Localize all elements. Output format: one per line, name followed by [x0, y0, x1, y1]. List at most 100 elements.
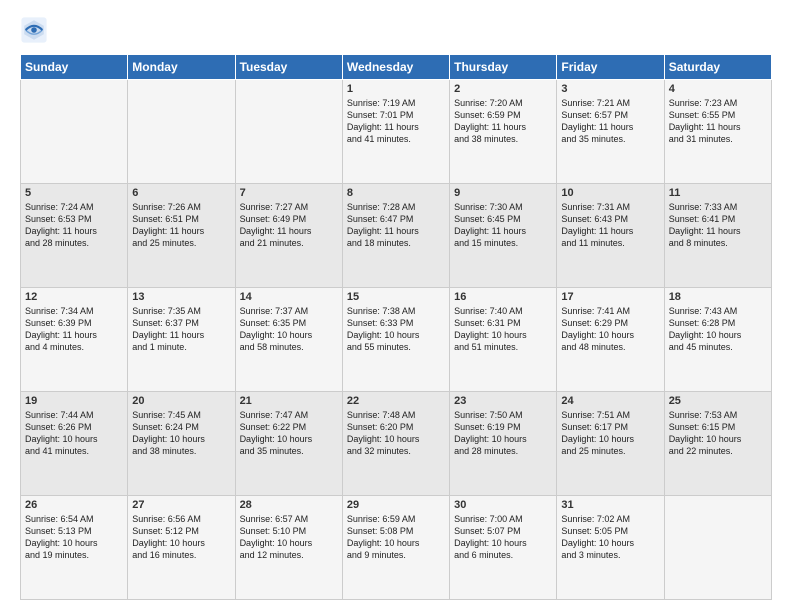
day-info: Sunrise: 7:53 AM Sunset: 6:15 PM Dayligh… [669, 409, 767, 458]
day-info: Sunrise: 7:38 AM Sunset: 6:33 PM Dayligh… [347, 305, 445, 354]
calendar-week-row: 12Sunrise: 7:34 AM Sunset: 6:39 PM Dayli… [21, 288, 772, 392]
day-info: Sunrise: 6:57 AM Sunset: 5:10 PM Dayligh… [240, 513, 338, 562]
logo-icon [20, 16, 48, 44]
day-number: 13 [132, 291, 230, 303]
day-info: Sunrise: 7:37 AM Sunset: 6:35 PM Dayligh… [240, 305, 338, 354]
calendar-cell: 2 Sunrise: 7:20 AM Sunset: 6:59 PM Daylig… [450, 80, 557, 184]
day-number: 9 [454, 187, 552, 199]
day-number: 15 [347, 291, 445, 303]
calendar-day-header: Tuesday [235, 55, 342, 80]
day-number: 1 [347, 83, 445, 95]
calendar-cell: 7 Sunrise: 7:27 AM Sunset: 6:49 PM Daylig… [235, 184, 342, 288]
day-number: 30 [454, 499, 552, 511]
calendar-cell: 13Sunrise: 7:35 AM Sunset: 6:37 PM Dayli… [128, 288, 235, 392]
day-info: Sunrise: 7:30 AM Sunset: 6:45 PM Dayligh… [454, 201, 552, 250]
calendar-cell: 20Sunrise: 7:45 AM Sunset: 6:24 PM Dayli… [128, 392, 235, 496]
calendar-cell [21, 80, 128, 184]
calendar-cell: 8 Sunrise: 7:28 AM Sunset: 6:47 PM Daylig… [342, 184, 449, 288]
day-info: Sunrise: 7:40 AM Sunset: 6:31 PM Dayligh… [454, 305, 552, 354]
day-info: Sunrise: 7:28 AM Sunset: 6:47 PM Dayligh… [347, 201, 445, 250]
calendar-day-header: Friday [557, 55, 664, 80]
calendar-cell: 16 Sunrise: 7:40 AM Sunset: 6:31 PM Dayli… [450, 288, 557, 392]
day-number: 23 [454, 395, 552, 407]
day-info: Sunrise: 7:26 AM Sunset: 6:51 PM Dayligh… [132, 201, 230, 250]
day-number: 2 [454, 83, 552, 95]
day-info: Sunrise: 7:43 AM Sunset: 6:28 PM Dayligh… [669, 305, 767, 354]
day-number: 11 [669, 187, 767, 199]
day-number: 14 [240, 291, 338, 303]
calendar-day-header: Thursday [450, 55, 557, 80]
day-number: 18 [669, 291, 767, 303]
logo [20, 16, 52, 44]
calendar-cell: 6 Sunrise: 7:26 AM Sunset: 6:51 PM Daylig… [128, 184, 235, 288]
calendar-cell: 22Sunrise: 7:48 AM Sunset: 6:20 PM Dayli… [342, 392, 449, 496]
page: SundayMondayTuesdayWednesdayThursdayFrid… [0, 0, 792, 612]
day-info: Sunrise: 7:21 AM Sunset: 6:57 PM Dayligh… [561, 97, 659, 146]
calendar-week-row: 5 Sunrise: 7:24 AM Sunset: 6:53 PM Daylig… [21, 184, 772, 288]
day-number: 17 [561, 291, 659, 303]
day-number: 28 [240, 499, 338, 511]
day-info: Sunrise: 7:45 AM Sunset: 6:24 PM Dayligh… [132, 409, 230, 458]
day-number: 16 [454, 291, 552, 303]
calendar-day-header: Saturday [664, 55, 771, 80]
day-info: Sunrise: 7:31 AM Sunset: 6:43 PM Dayligh… [561, 201, 659, 250]
day-info: Sunrise: 6:56 AM Sunset: 5:12 PM Dayligh… [132, 513, 230, 562]
day-number: 27 [132, 499, 230, 511]
day-info: Sunrise: 6:59 AM Sunset: 5:08 PM Dayligh… [347, 513, 445, 562]
day-number: 24 [561, 395, 659, 407]
day-number: 6 [132, 187, 230, 199]
calendar-day-header: Monday [128, 55, 235, 80]
day-info: Sunrise: 7:19 AM Sunset: 7:01 PM Dayligh… [347, 97, 445, 146]
day-number: 21 [240, 395, 338, 407]
day-number: 26 [25, 499, 123, 511]
calendar-cell [664, 496, 771, 600]
calendar-cell: 3Sunrise: 7:21 AM Sunset: 6:57 PM Daylig… [557, 80, 664, 184]
calendar-cell: 27 Sunrise: 6:56 AM Sunset: 5:12 PM Dayli… [128, 496, 235, 600]
calendar-cell: 1 Sunrise: 7:19 AM Sunset: 7:01 PM Daylig… [342, 80, 449, 184]
calendar-cell: 5 Sunrise: 7:24 AM Sunset: 6:53 PM Daylig… [21, 184, 128, 288]
day-info: Sunrise: 7:33 AM Sunset: 6:41 PM Dayligh… [669, 201, 767, 250]
calendar-cell: 24Sunrise: 7:51 AM Sunset: 6:17 PM Dayli… [557, 392, 664, 496]
calendar-cell: 12Sunrise: 7:34 AM Sunset: 6:39 PM Dayli… [21, 288, 128, 392]
calendar-cell [235, 80, 342, 184]
day-info: Sunrise: 7:23 AM Sunset: 6:55 PM Dayligh… [669, 97, 767, 146]
calendar-week-row: 26 Sunrise: 6:54 AM Sunset: 5:13 PM Dayli… [21, 496, 772, 600]
day-number: 7 [240, 187, 338, 199]
calendar-cell: 14 Sunrise: 7:37 AM Sunset: 6:35 PM Dayli… [235, 288, 342, 392]
calendar-week-row: 1 Sunrise: 7:19 AM Sunset: 7:01 PM Daylig… [21, 80, 772, 184]
calendar-header-row: SundayMondayTuesdayWednesdayThursdayFrid… [21, 55, 772, 80]
calendar-week-row: 19Sunrise: 7:44 AM Sunset: 6:26 PM Dayli… [21, 392, 772, 496]
day-info: Sunrise: 7:27 AM Sunset: 6:49 PM Dayligh… [240, 201, 338, 250]
day-info: Sunrise: 7:34 AM Sunset: 6:39 PM Dayligh… [25, 305, 123, 354]
calendar-cell: 29Sunrise: 6:59 AM Sunset: 5:08 PM Dayli… [342, 496, 449, 600]
day-number: 22 [347, 395, 445, 407]
calendar-cell: 11 Sunrise: 7:33 AM Sunset: 6:41 PM Dayli… [664, 184, 771, 288]
day-number: 5 [25, 187, 123, 199]
day-number: 31 [561, 499, 659, 511]
day-number: 10 [561, 187, 659, 199]
calendar-cell: 23Sunrise: 7:50 AM Sunset: 6:19 PM Dayli… [450, 392, 557, 496]
calendar-cell: 21Sunrise: 7:47 AM Sunset: 6:22 PM Dayli… [235, 392, 342, 496]
day-number: 8 [347, 187, 445, 199]
calendar-cell: 18 Sunrise: 7:43 AM Sunset: 6:28 PM Dayli… [664, 288, 771, 392]
day-info: Sunrise: 7:20 AM Sunset: 6:59 PM Dayligh… [454, 97, 552, 146]
calendar-cell: 4 Sunrise: 7:23 AM Sunset: 6:55 PM Daylig… [664, 80, 771, 184]
day-number: 25 [669, 395, 767, 407]
calendar-cell: 31 Sunrise: 7:02 AM Sunset: 5:05 PM Dayli… [557, 496, 664, 600]
calendar-day-header: Sunday [21, 55, 128, 80]
day-number: 4 [669, 83, 767, 95]
calendar-day-header: Wednesday [342, 55, 449, 80]
calendar-cell: 10 Sunrise: 7:31 AM Sunset: 6:43 PM Dayli… [557, 184, 664, 288]
day-info: Sunrise: 7:44 AM Sunset: 6:26 PM Dayligh… [25, 409, 123, 458]
calendar-cell: 17 Sunrise: 7:41 AM Sunset: 6:29 PM Dayli… [557, 288, 664, 392]
calendar: SundayMondayTuesdayWednesdayThursdayFrid… [20, 54, 772, 600]
day-info: Sunrise: 6:54 AM Sunset: 5:13 PM Dayligh… [25, 513, 123, 562]
day-info: Sunrise: 7:02 AM Sunset: 5:05 PM Dayligh… [561, 513, 659, 562]
day-info: Sunrise: 7:41 AM Sunset: 6:29 PM Dayligh… [561, 305, 659, 354]
calendar-cell: 9 Sunrise: 7:30 AM Sunset: 6:45 PM Daylig… [450, 184, 557, 288]
day-info: Sunrise: 7:24 AM Sunset: 6:53 PM Dayligh… [25, 201, 123, 250]
calendar-cell: 30 Sunrise: 7:00 AM Sunset: 5:07 PM Dayli… [450, 496, 557, 600]
header [20, 16, 772, 44]
calendar-cell: 15 Sunrise: 7:38 AM Sunset: 6:33 PM Dayli… [342, 288, 449, 392]
day-info: Sunrise: 7:00 AM Sunset: 5:07 PM Dayligh… [454, 513, 552, 562]
